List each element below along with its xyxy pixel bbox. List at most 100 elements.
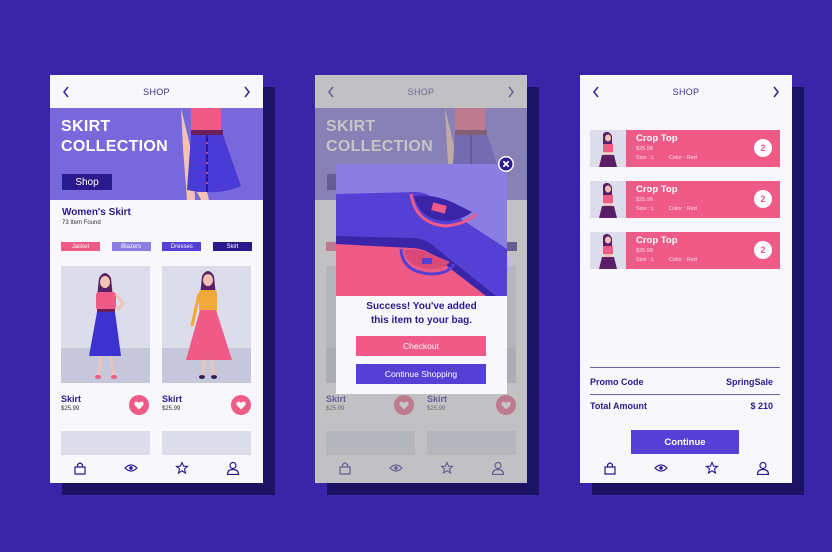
chip-skirt[interactable]: Skirt [212,242,252,251]
divider [590,394,780,395]
quantity-badge[interactable]: 2 [754,139,772,157]
product-image[interactable] [61,266,150,383]
bottom-nav [315,453,527,483]
hero-title: SKIRT COLLECTION [326,118,433,155]
bottom-nav [580,453,792,483]
chip-dresses[interactable]: Dresses [162,242,202,251]
cart-item-price: $25.99 [636,197,653,203]
product-price: $25.99 [61,406,80,412]
divider [590,367,780,368]
cart-item-color: Color : Red [669,155,697,161]
user-icon[interactable] [225,460,241,476]
crop-top-illustration [336,164,507,296]
quantity-badge[interactable]: 2 [754,190,772,208]
cart-item-thumbnail [590,181,626,218]
cart-item-size: Size : L [636,257,655,263]
bag-icon[interactable] [72,460,88,476]
eye-icon [388,460,404,476]
cart-item-size: Size : L [636,206,655,212]
favorite-button[interactable] [129,395,149,415]
total-amount-value: $ 210 [750,401,773,411]
user-icon [490,460,506,476]
cart-item[interactable]: Crop Top $25.99 Size : L Color : Red 2 [590,181,780,218]
chevron-right-icon[interactable] [241,85,253,99]
heart-icon [236,401,246,409]
top-bar: SHOP [50,75,263,108]
chevron-left-icon[interactable] [325,85,337,99]
product-name: Skirt [427,394,448,404]
catalog-screen: SHOP SKIRT COLLECTION Shop Women's Skirt … [50,75,263,483]
heart-icon [399,401,409,409]
chip-blazers[interactable]: Blazers [111,242,151,251]
item-count: 73 Item Found [62,220,101,226]
star-icon[interactable] [174,460,190,476]
success-modal: Success! You've added this item to your b… [336,164,507,394]
cart-item-size: Size : L [636,155,655,161]
chevron-right-icon[interactable] [505,85,517,99]
heart-icon [134,401,144,409]
total-amount-row: Total Amount $ 210 [590,401,773,411]
heart-icon [501,401,511,409]
star-icon [439,460,455,476]
total-amount-label: Total Amount [590,401,647,411]
product-placeholder [326,431,415,455]
close-icon [499,157,513,171]
hero-title: SKIRT COLLECTION [61,118,168,155]
cart-item-color: Color : Red [669,206,697,212]
model-illustration [181,108,241,200]
cart-item-name: Crop Top [636,184,678,195]
chevron-left-icon[interactable] [590,85,602,99]
user-icon[interactable] [755,460,771,476]
success-message: Success! You've added this item to your b… [366,301,477,326]
top-bar: SHOP [315,75,527,108]
bag-icon [337,460,353,476]
cart-item-name: Crop Top [636,133,678,144]
continue-shopping-button[interactable]: Continue Shopping [356,364,486,384]
top-bar: SHOP [580,75,792,108]
product-name: Skirt [162,394,183,404]
close-button[interactable] [498,156,514,172]
cart-item[interactable]: Crop Top $25.99 Size : L Color : Red 2 [590,130,780,167]
favorite-button[interactable] [231,395,251,415]
quantity-badge[interactable]: 2 [754,241,772,259]
promo-code-value[interactable]: SpringSale [726,377,773,387]
promo-code-label: Promo Code [590,377,644,387]
cart-item-price: $25.99 [636,248,653,254]
section-title: Women's Skirt [62,207,131,218]
product-price: $25.99 [162,406,181,412]
category-chips: Jacket Blazers Dresses Skirt [61,242,252,251]
product-name: Skirt [61,394,82,404]
chevron-right-icon[interactable] [770,85,782,99]
bag-icon[interactable] [602,460,618,476]
cart-item-price: $25.99 [636,146,653,152]
eye-icon[interactable] [653,460,669,476]
chip-jacket[interactable]: Jacket [61,242,100,251]
eye-icon[interactable] [123,460,139,476]
product-name: Skirt [326,394,347,404]
shop-button[interactable]: Shop [62,174,112,190]
star-icon[interactable] [704,460,720,476]
favorite-button [394,395,414,415]
model-pink-skirt-illustration [186,271,232,379]
bottom-nav [50,453,263,483]
product-placeholder [61,431,150,455]
page-title: SHOP [143,86,170,97]
chevron-left-icon[interactable] [60,85,72,99]
promo-code-row: Promo Code SpringSale [590,377,773,387]
cart-screen: SHOP Crop Top $25.99 Size : L Color : Re… [580,75,792,483]
product-placeholder [162,431,251,455]
cart-item[interactable]: Crop Top $25.99 Size : L Color : Red 2 [590,232,780,269]
checkout-button[interactable]: Checkout [356,336,486,356]
model-blue-skirt-illustration [89,273,125,379]
page-title: SHOP [672,86,700,97]
favorite-button [496,395,516,415]
cart-item-color: Color : Red [669,257,697,263]
page-title: SHOP [407,86,435,97]
cart-item-thumbnail [590,232,626,269]
cart-item-name: Crop Top [636,235,678,246]
product-image[interactable] [162,266,251,383]
product-price: $25.99 [326,406,345,412]
product-placeholder [427,431,516,455]
product-price: $25.99 [427,406,446,412]
continue-button[interactable]: Continue [631,430,739,454]
